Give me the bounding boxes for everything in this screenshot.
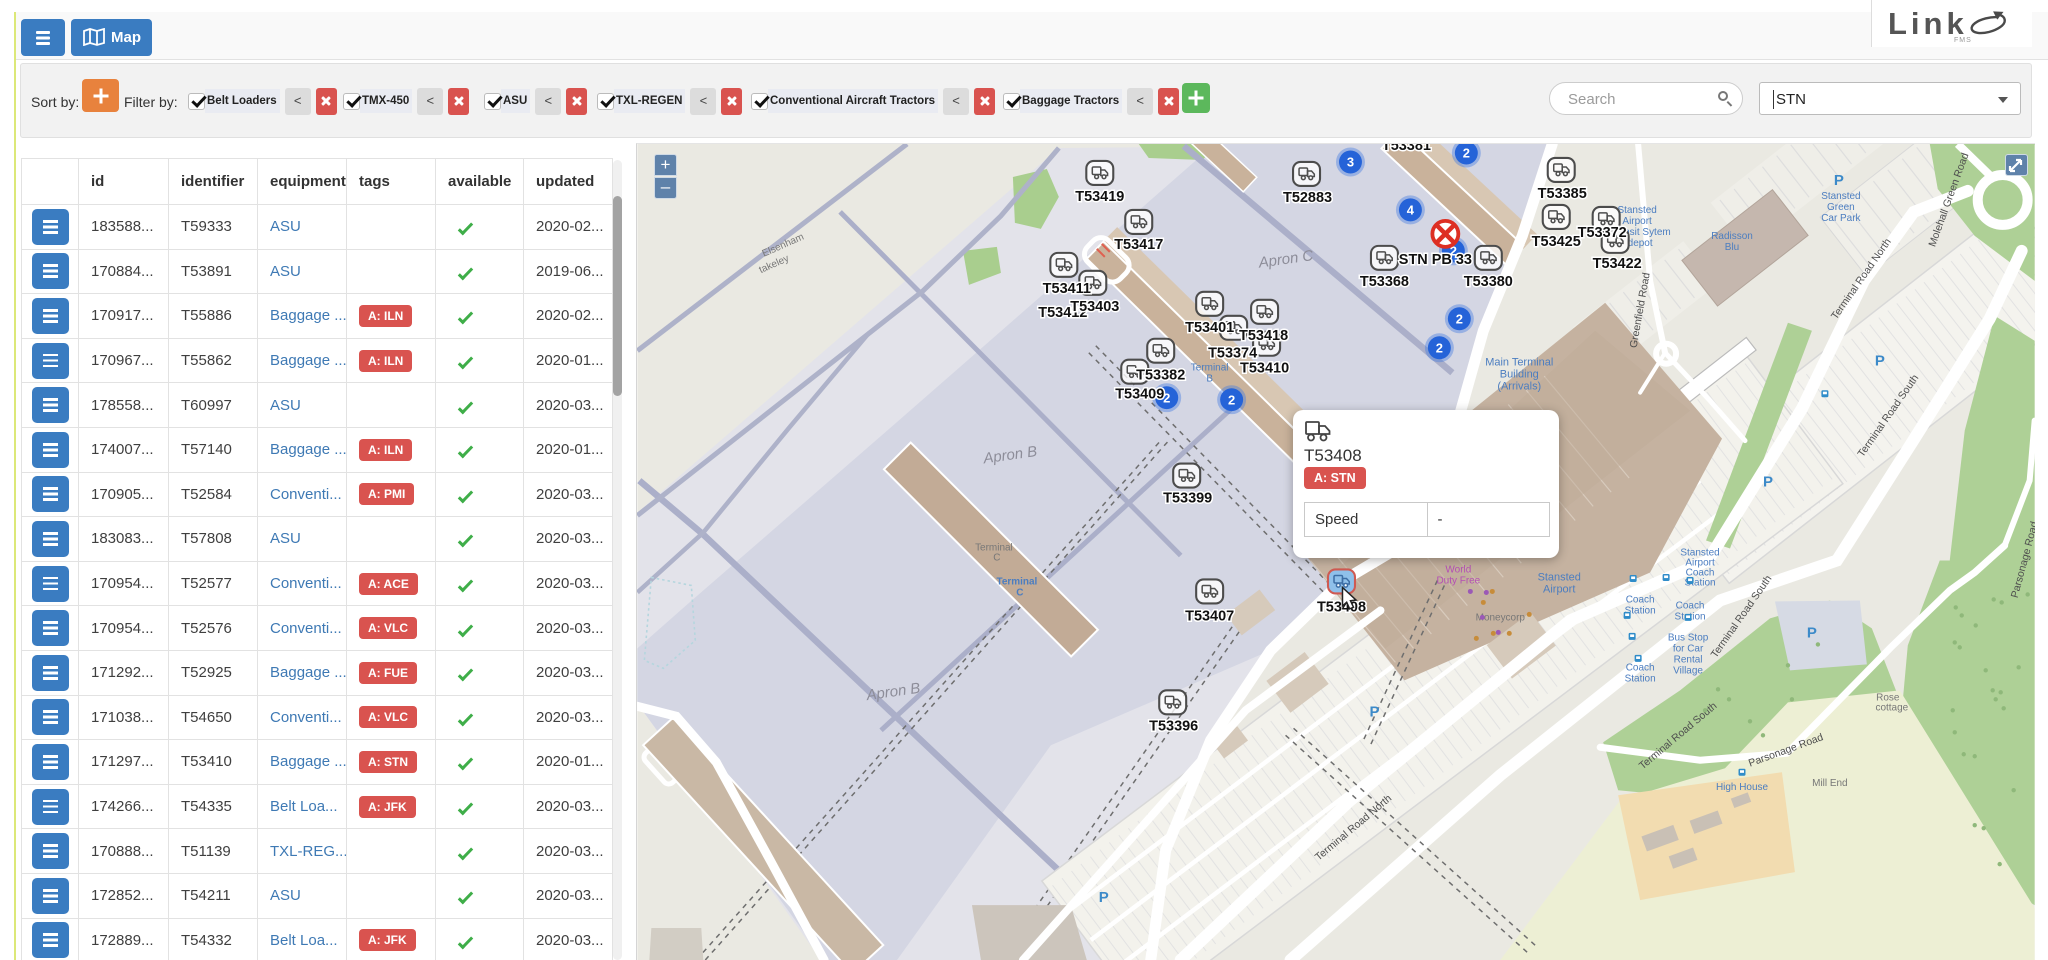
svg-text:T53418: T53418 — [1239, 328, 1288, 344]
svg-text:T53381: T53381 — [1382, 143, 1431, 154]
svg-text:T53417: T53417 — [1114, 237, 1163, 253]
svg-text:T53407: T53407 — [1185, 608, 1234, 624]
svg-text:Coach: Coach — [1626, 662, 1655, 673]
svg-text:Airport: Airport — [1543, 583, 1575, 595]
svg-text:P: P — [1875, 353, 1885, 370]
svg-text:T53410: T53410 — [1240, 361, 1289, 377]
svg-text:Terminal: Terminal — [996, 576, 1037, 587]
svg-text:T53408: T53408 — [1317, 599, 1366, 615]
svg-text:T53385: T53385 — [1538, 186, 1587, 202]
svg-text:4: 4 — [1407, 203, 1415, 218]
svg-text:Green: Green — [1827, 202, 1855, 213]
svg-text:T53422: T53422 — [1593, 256, 1642, 272]
svg-text:T53372: T53372 — [1578, 225, 1627, 241]
svg-text:Blu: Blu — [1725, 242, 1739, 253]
svg-text:T53380: T53380 — [1464, 274, 1513, 290]
svg-text:T53396: T53396 — [1149, 718, 1198, 734]
svg-text:3: 3 — [1347, 155, 1354, 170]
svg-text:Stansted: Stansted — [1538, 571, 1581, 583]
svg-text:Airport: Airport — [1622, 216, 1652, 227]
svg-text:Stansted: Stansted — [1821, 191, 1860, 202]
svg-text:cottage: cottage — [1875, 702, 1908, 713]
svg-text:T53382: T53382 — [1136, 368, 1185, 384]
svg-text:for Car: for Car — [1673, 643, 1704, 654]
svg-text:Duty Free: Duty Free — [1436, 575, 1480, 586]
svg-text:P: P — [1763, 474, 1773, 491]
svg-text:Rental: Rental — [1674, 654, 1703, 665]
svg-text:Bus Stop: Bus Stop — [1668, 632, 1709, 643]
svg-text:P: P — [1834, 172, 1844, 189]
svg-text:2: 2 — [1228, 392, 1235, 407]
svg-text:Main Terminal: Main Terminal — [1485, 357, 1553, 369]
svg-text:T53401: T53401 — [1185, 320, 1234, 336]
svg-text:C: C — [993, 552, 1000, 563]
svg-text:2: 2 — [1463, 146, 1470, 161]
svg-text:T53368: T53368 — [1360, 274, 1409, 290]
svg-text:Station: Station — [1625, 673, 1656, 684]
svg-text:Car Park: Car Park — [1821, 213, 1860, 224]
svg-text:2: 2 — [1456, 311, 1463, 326]
svg-text:Building: Building — [1500, 369, 1539, 381]
svg-text:Coach: Coach — [1626, 594, 1655, 605]
svg-text:P: P — [1369, 703, 1379, 720]
svg-text:Radisson: Radisson — [1711, 231, 1753, 242]
svg-text:T53411: T53411 — [1043, 281, 1091, 297]
svg-text:T53425: T53425 — [1532, 234, 1581, 250]
svg-text:T53403: T53403 — [1070, 299, 1119, 315]
svg-text:Mill End: Mill End — [1812, 778, 1847, 789]
svg-text:T53409: T53409 — [1115, 387, 1164, 403]
svg-text:P: P — [1099, 889, 1109, 906]
svg-text:T53419: T53419 — [1075, 189, 1124, 205]
svg-text:B: B — [1206, 374, 1213, 385]
svg-text:STN PB 33: STN PB 33 — [1399, 252, 1472, 268]
svg-text:T53374: T53374 — [1208, 346, 1257, 362]
svg-text:C: C — [1016, 587, 1023, 598]
svg-text:Village: Village — [1673, 665, 1703, 676]
svg-text:T53399: T53399 — [1163, 491, 1212, 507]
svg-text:(Arrivals): (Arrivals) — [1497, 381, 1541, 393]
svg-text:World: World — [1445, 564, 1471, 575]
svg-text:Terminal: Terminal — [1191, 363, 1229, 374]
svg-text:Stansted: Stansted — [1617, 205, 1656, 216]
svg-text:T52883: T52883 — [1283, 190, 1332, 206]
svg-text:2: 2 — [1436, 340, 1443, 355]
svg-text:Coach: Coach — [1676, 600, 1705, 611]
svg-text:High House: High House — [1716, 782, 1769, 793]
svg-text:P: P — [1807, 624, 1817, 641]
svg-text:depot: depot — [1628, 238, 1653, 249]
